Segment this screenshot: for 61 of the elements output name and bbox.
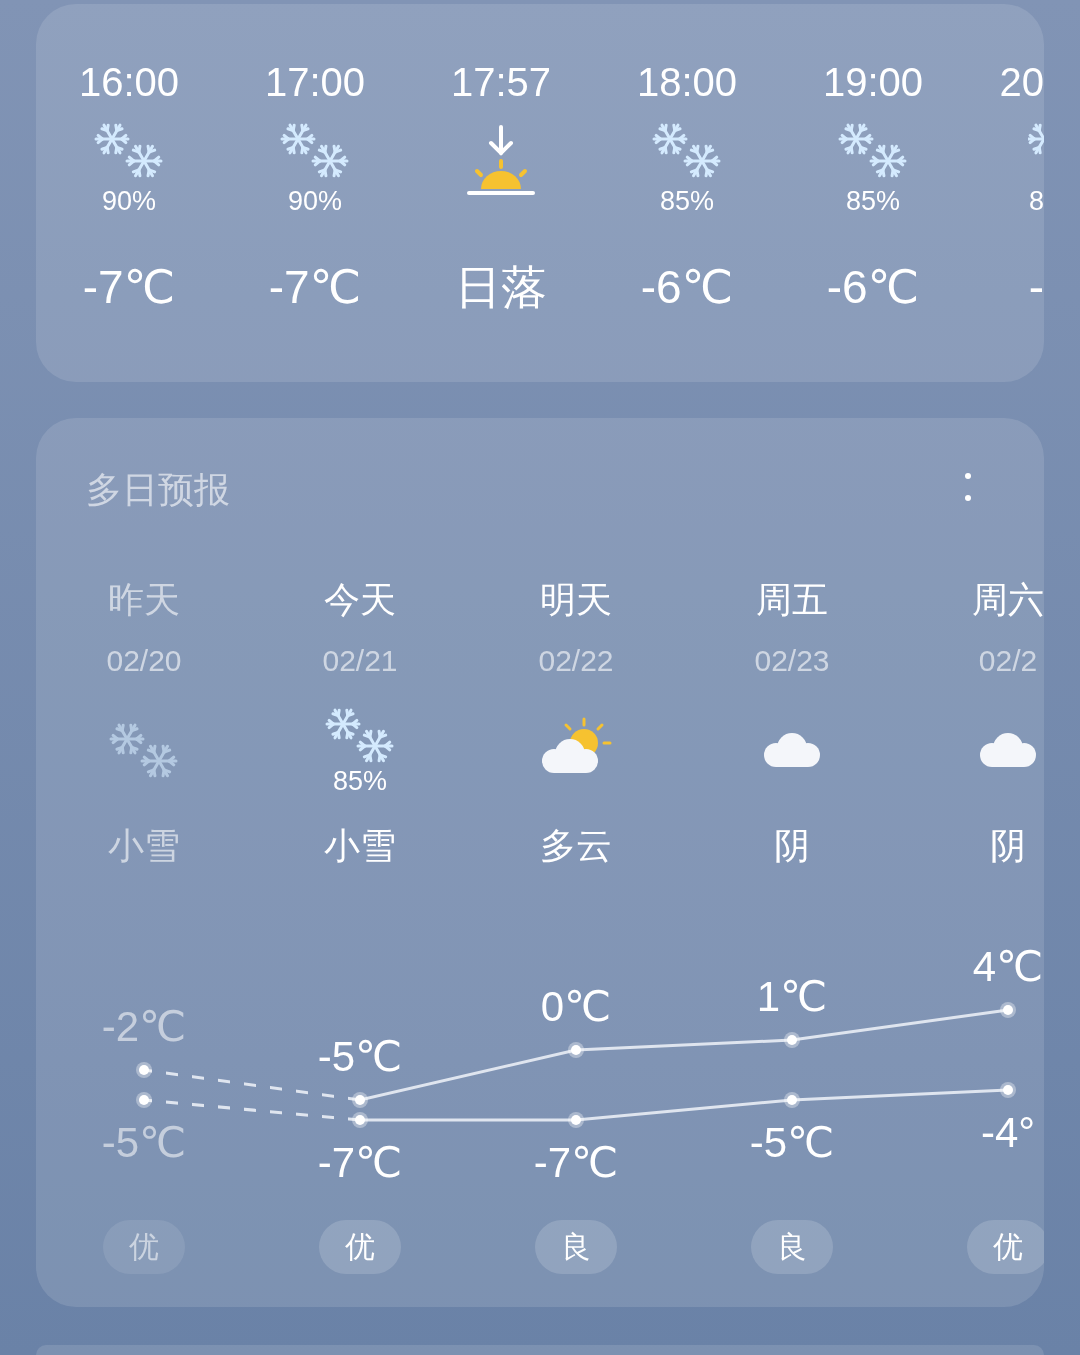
weather-condition: 多云 [540, 824, 612, 868]
day-name: 昨天 [108, 578, 180, 622]
data-point [1000, 1002, 1016, 1018]
low-temp-label: -5℃ [749, 1119, 835, 1166]
snow-icon [1028, 123, 1044, 155]
section-title: 多日预报 [86, 468, 230, 512]
hour-time: 17:00 [264, 60, 366, 104]
data-point [352, 1112, 368, 1128]
day-date: 02/2 [978, 643, 1038, 679]
precipitation-chance: 90% [101, 185, 156, 217]
air-quality-badge: 优 [103, 1220, 185, 1274]
day-date: 02/22 [538, 643, 614, 679]
more-icon[interactable] [964, 472, 972, 502]
data-point [136, 1092, 152, 1108]
day-name: 今天 [324, 578, 396, 622]
day-date: 02/20 [106, 643, 182, 679]
data-point [568, 1042, 584, 1058]
data-point [568, 1112, 584, 1128]
low-temp-label: -4° [980, 1109, 1036, 1156]
day-name: 周五 [756, 578, 828, 622]
precipitation-chance: 85% [332, 766, 387, 796]
low-temp-label: -5℃ [101, 1119, 187, 1166]
day-date: 02/23 [754, 643, 830, 679]
air-quality-badge: 优 [319, 1220, 401, 1274]
low-temp-label: -7℃ [533, 1139, 619, 1186]
high-temp-label: -2℃ [101, 1003, 187, 1050]
hour-time: 19:00 [822, 60, 924, 104]
high-temp-label: 1℃ [756, 973, 828, 1020]
data-point [784, 1032, 800, 1048]
precipitation-chance: 85% [659, 185, 714, 217]
hour-time: 16:00 [78, 60, 180, 104]
data-point [136, 1062, 152, 1078]
data-point [784, 1092, 800, 1108]
weather-condition: 小雪 [108, 824, 180, 868]
hour-temperature: -7℃ [268, 261, 362, 313]
weather-condition: 阴 [990, 824, 1026, 868]
precipitation-chance: 8 [1028, 185, 1044, 217]
hour-temperature: -6℃ [826, 261, 920, 313]
precipitation-chance: 90% [287, 185, 342, 217]
hour-time: 17:57 [450, 60, 552, 104]
low-temp-label: -7℃ [317, 1139, 403, 1186]
high-temp-label: 0℃ [540, 983, 612, 1030]
hour-temperature: 日落 [455, 261, 547, 313]
day-name: 周六 [972, 578, 1044, 622]
day-date: 02/21 [322, 643, 398, 679]
hour-temperature: - [1028, 261, 1044, 313]
air-quality-badge: 良 [535, 1220, 617, 1274]
weather-condition: 阴 [774, 824, 810, 868]
high-temp-label: -5℃ [317, 1033, 403, 1080]
hour-time: 20 [999, 60, 1044, 104]
air-quality-badge: 优 [967, 1220, 1044, 1274]
data-point [1000, 1082, 1016, 1098]
hour-temperature: -6℃ [640, 261, 734, 313]
day-name: 明天 [540, 578, 612, 622]
air-quality-badge: 良 [751, 1220, 833, 1274]
precipitation-chance: 85% [845, 185, 900, 217]
hour-temperature: -7℃ [82, 261, 176, 313]
high-temp-label: 4℃ [972, 943, 1044, 990]
weather-condition: 小雪 [324, 824, 396, 868]
data-point [352, 1092, 368, 1108]
hour-time: 18:00 [636, 60, 738, 104]
